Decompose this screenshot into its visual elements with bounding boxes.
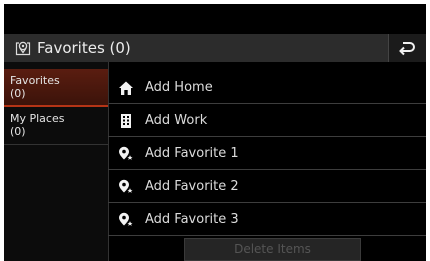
back-arrow-icon [399,42,415,56]
list-item-label: Add Favorite 1 [145,146,239,161]
building-icon [121,114,131,128]
home-icon [119,81,133,95]
list-item-add-favorite-1[interactable]: Add Favorite 1 [108,137,426,170]
list-item-label: Add Home [145,80,213,95]
header-bar: Favorites (0) [4,34,426,62]
sidebar-item-my-places[interactable]: My Places (0) [4,107,108,145]
sidebar-item-label: My Places (0) [10,112,65,138]
favorite-pin-icon [119,146,134,161]
back-button[interactable] [388,34,426,62]
list-item-add-home[interactable]: Add Home [108,71,426,104]
delete-items-label: Delete Items [234,242,311,256]
list-item-add-favorite-3[interactable]: Add Favorite 3 [108,203,426,236]
list-item-label: Add Work [145,113,208,128]
list-item-label: Add Favorite 3 [145,212,239,227]
favorite-pin-icon [119,212,134,227]
list-item-add-work[interactable]: Add Work [108,104,426,137]
category-sidebar: Favorites (0) My Places (0) [4,62,109,261]
map-pin-icon [15,41,31,56]
navigation-screen: Favorites (0) Favorites (0) My Places (0… [4,4,426,261]
sidebar-item-favorites[interactable]: Favorites (0) [4,69,108,107]
page-title: Favorites (0) [37,39,131,57]
delete-items-button[interactable]: Delete Items [184,238,361,261]
list-item-add-favorite-2[interactable]: Add Favorite 2 [108,170,426,203]
sidebar-item-label: Favorites (0) [10,74,60,100]
list-item-label: Add Favorite 2 [145,179,239,194]
favorite-pin-icon [119,179,134,194]
favorites-list: Add Home Add Work Add Favorite 1 Add Fav… [108,62,426,261]
